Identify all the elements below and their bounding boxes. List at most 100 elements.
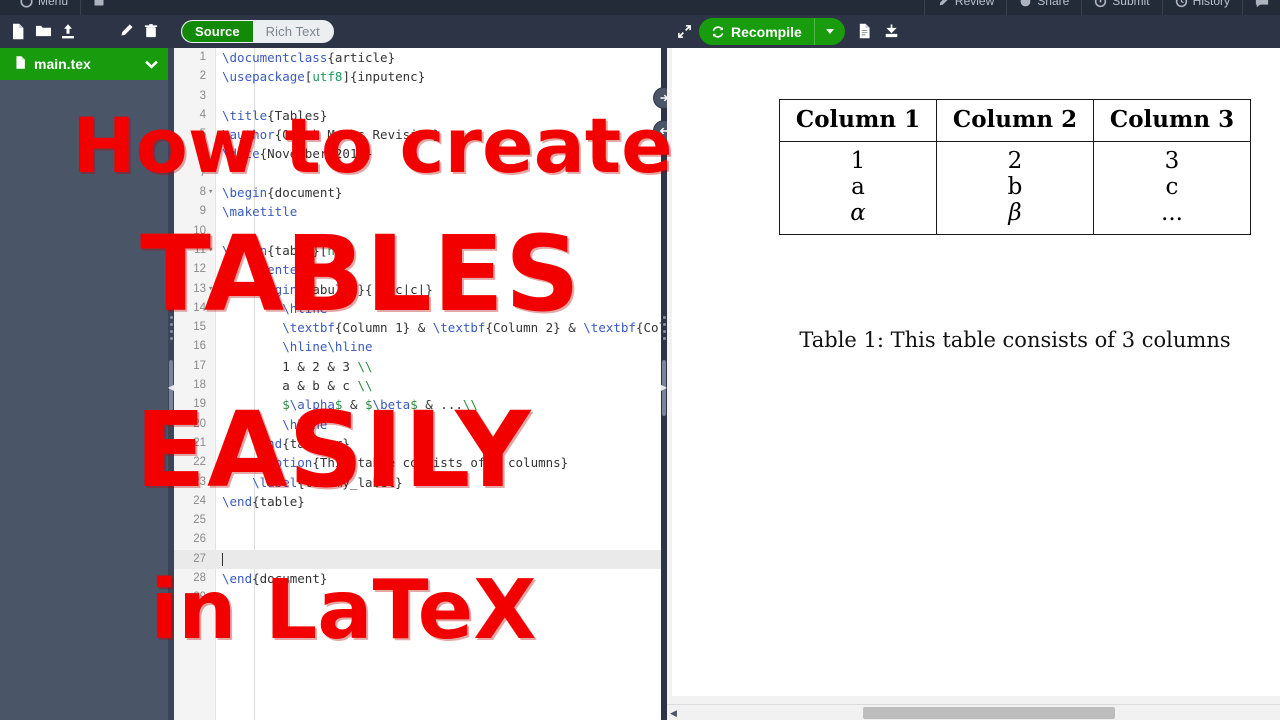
editor-line[interactable]: 25 — [174, 511, 661, 530]
download-icon[interactable] — [884, 23, 900, 40]
editor-line[interactable]: 28 \end{document} — [174, 569, 661, 588]
table-cell: b — [936, 174, 1094, 200]
caret-down-icon[interactable] — [813, 18, 845, 45]
editor-line[interactable]: 15 \textbf{Column 1} & \textbf{Column 2}… — [174, 318, 661, 337]
editor-line[interactable]: 24 \end{table} — [174, 492, 661, 511]
editor-line[interactable]: 16 \hline\hline — [174, 337, 661, 356]
file-tree-item-main-tex[interactable]: main.tex — [0, 48, 168, 80]
global-nav-chat-button[interactable] — [1242, 0, 1280, 15]
fold-marker[interactable]: ▾ — [208, 280, 213, 299]
new-folder-icon[interactable] — [35, 23, 52, 40]
pdf-horizontal-scrollbar[interactable]: ◀ — [667, 704, 1280, 720]
line-text: a & b & c \\ — [222, 378, 373, 394]
recompile-button[interactable]: Recompile — [699, 18, 845, 45]
line-number: 2 — [199, 70, 206, 83]
fold-marker[interactable]: ▾ — [208, 183, 213, 202]
splitter-dots — [169, 316, 173, 344]
new-file-icon[interactable] — [10, 23, 26, 40]
main-toolbar: Source Rich Text Recompile — [0, 15, 1280, 48]
scroll-left-arrow-icon[interactable]: ◀ — [670, 708, 677, 718]
sidebar-collapse-handle[interactable]: ◀ — [167, 360, 175, 416]
pdf-collapse-handle[interactable]: ▶ — [661, 360, 667, 416]
pdf-preview-pane[interactable]: Column 1 Column 2 Column 3 1 2 3 a b c α β... Tabl… — [667, 48, 1280, 720]
editor-line[interactable]: 8 ▾ \begin{document} — [174, 183, 661, 202]
global-nav-save-button[interactable] — [80, 0, 118, 15]
global-nav-review-label: Review — [954, 0, 995, 8]
line-text: \label{tab:my_label} — [252, 474, 403, 490]
global-nav-review-button[interactable]: Review — [923, 0, 1006, 15]
line-number: 13 — [193, 282, 206, 295]
editor-line[interactable]: 14 \hline — [174, 299, 661, 318]
editor-line[interactable]: 26 — [174, 530, 661, 549]
line-text: \textbf{Column 1} & \textbf{Column 2} & … — [282, 320, 661, 336]
editor-line[interactable]: 1 \documentclass{article} — [174, 48, 661, 67]
editor-line[interactable]: 19 $\alpha$ & $\beta$ & ...\\ — [174, 395, 661, 414]
chevron-down-icon[interactable] — [145, 56, 158, 72]
editor-line[interactable]: 12 \centering — [174, 260, 661, 279]
tab-source[interactable]: Source — [182, 21, 253, 42]
trash-icon[interactable] — [144, 23, 160, 40]
expand-arrows-icon[interactable] — [673, 21, 695, 43]
editor-line[interactable]: 4 \title{Tables} — [174, 106, 661, 125]
editor-line[interactable]: 20 \hline — [174, 415, 661, 434]
line-number: 29 — [193, 591, 206, 604]
line-number: 14 — [193, 301, 206, 314]
editor-line[interactable]: 9 \maketitle — [174, 202, 661, 221]
editor-line[interactable]: 21 \end{tabular} — [174, 434, 661, 453]
table-row: α β... — [779, 200, 1251, 235]
table-cell: 1 — [779, 141, 937, 174]
global-nav-menu-label: Menu — [38, 0, 69, 8]
save-icon — [93, 0, 106, 8]
line-number: 25 — [193, 514, 206, 527]
pencil-icon[interactable] — [119, 23, 135, 40]
line-number: 15 — [193, 321, 206, 334]
chevron-left-icon: ◀ — [167, 383, 175, 392]
line-number: 11 — [194, 243, 206, 256]
table-header-row: Column 1 Column 2 Column 3 — [779, 99, 1251, 142]
pdf-file-icon[interactable] — [857, 23, 873, 40]
file-tree-item-label: main.tex — [34, 56, 91, 72]
global-nav-menu-button[interactable]: Menu — [8, 0, 80, 15]
pdf-scrollbar-thumb[interactable] — [863, 707, 1115, 719]
refresh-icon — [699, 25, 731, 39]
line-text — [222, 550, 223, 569]
line-number: 3 — [199, 89, 206, 102]
editor-line[interactable]: 22 \caption{This table consists of 3 col… — [174, 453, 661, 472]
fold-marker[interactable]: ▾ — [208, 241, 213, 260]
line-number: 20 — [193, 417, 206, 430]
line-text: \date{November 2019} — [222, 146, 373, 162]
editor-line[interactable]: 18 a & b & c \\ — [174, 376, 661, 395]
line-text: 1 & 2 & 3 \\ — [222, 358, 373, 374]
editor-mode-toggle[interactable]: Source Rich Text — [181, 20, 334, 43]
editor-line[interactable]: 3 — [174, 87, 661, 106]
editor-line[interactable]: 6 \date{November 2019} — [174, 144, 661, 163]
rendered-table: Column 1 Column 2 Column 3 1 2 3 a b c α β... — [779, 99, 1251, 235]
editor-line[interactable]: 29 — [174, 588, 661, 607]
line-number: 26 — [193, 533, 206, 546]
global-nav-history-button[interactable]: History — [1161, 0, 1242, 15]
table-row: abc — [779, 174, 1251, 200]
global-nav-submit-label: Submit — [1112, 0, 1150, 8]
code-editor[interactable]: 1 \documentclass{article} 2 \usepackage[utf… — [174, 48, 661, 720]
editor-line[interactable]: 27 — [174, 549, 661, 570]
global-nav-submit-button[interactable]: Submit — [1081, 0, 1161, 15]
editor-code-lines[interactable]: 1 \documentclass{article} 2 \usepackage[utf… — [174, 48, 661, 608]
upload-icon[interactable] — [60, 23, 76, 40]
editor-line[interactable]: 5 \author{Quick Maths Revision} — [174, 125, 661, 144]
editor-line[interactable]: 23 \label{tab:my_label} — [174, 473, 661, 492]
editor-line[interactable]: 17 1 & 2 & 3 \\ — [174, 357, 661, 376]
tex-file-icon — [14, 55, 27, 73]
global-nav-share-button[interactable]: Share — [1006, 0, 1081, 15]
line-text: \begin{tabular}{|c|c|c|} — [252, 281, 433, 297]
editor-line[interactable]: 11 ▾ \begin{table}[h] — [174, 241, 661, 260]
editor-line[interactable]: 10 — [174, 222, 661, 241]
line-text: \documentclass{article} — [222, 50, 396, 65]
share-icon — [1019, 0, 1032, 8]
tab-rich-text[interactable]: Rich Text — [253, 21, 333, 42]
line-number: 23 — [193, 475, 206, 488]
editor-line[interactable]: 7 — [174, 164, 661, 183]
line-number: 8 — [199, 186, 206, 199]
sidebar-splitter[interactable]: ◀ — [168, 48, 174, 720]
editor-line[interactable]: 2 \usepackage[utf8]{inputenc} — [174, 67, 661, 86]
editor-line[interactable]: 13 ▾ \begin{tabular}{|c|c|c|} — [174, 280, 661, 299]
